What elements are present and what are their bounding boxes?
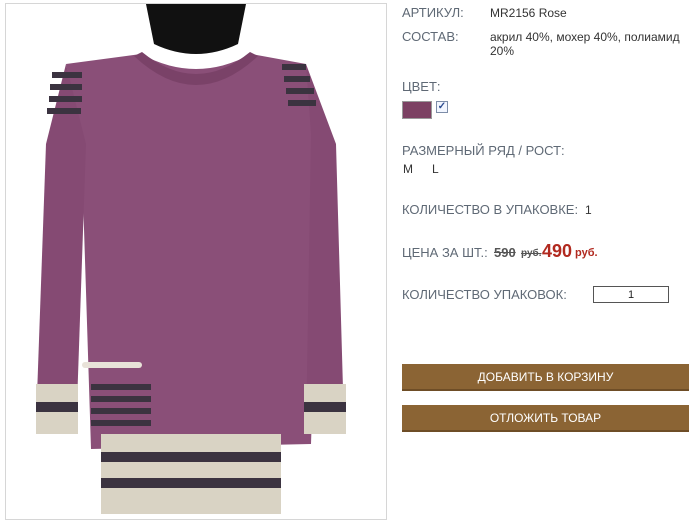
color-label: ЦВЕТ: [402, 79, 441, 94]
composition-label: СОСТАВ: [402, 29, 459, 44]
add-to-cart-button[interactable]: ДОБАВИТЬ В КОРЗИНУ [402, 364, 689, 391]
old-price-currency: руб. [521, 248, 542, 259]
size-option-l[interactable]: L [432, 162, 439, 176]
new-price-currency: руб. [575, 247, 598, 259]
color-swatch-rose[interactable] [402, 101, 432, 119]
product-photo[interactable] [5, 3, 387, 520]
pack-label: КОЛИЧЕСТВО В УПАКОВКЕ: [402, 202, 579, 217]
pack-value: 1 [585, 203, 592, 217]
sizes-label: РАЗМЕРНЫЙ РЯД / РОСТ: [402, 143, 565, 158]
postpone-button[interactable]: ОТЛОЖИТЬ ТОВАР [402, 405, 689, 432]
new-price: 490 [542, 241, 573, 261]
sweater-image [36, 4, 346, 514]
color-checkbox[interactable]: ✓ [436, 101, 448, 113]
article-label: АРТИКУЛ: [402, 5, 464, 20]
size-option-m[interactable]: M [403, 162, 413, 176]
price-label: ЦЕНА ЗА ШТ.: [402, 245, 488, 260]
old-price: 590 [494, 245, 516, 260]
composition-value: акрил 40%, мохер 40%, полиамид 20% [490, 30, 680, 58]
qty-input[interactable] [593, 286, 669, 303]
qty-label: КОЛИЧЕСТВО УПАКОВОК: [402, 287, 567, 302]
article-value: MR2156 Rose [490, 6, 567, 20]
